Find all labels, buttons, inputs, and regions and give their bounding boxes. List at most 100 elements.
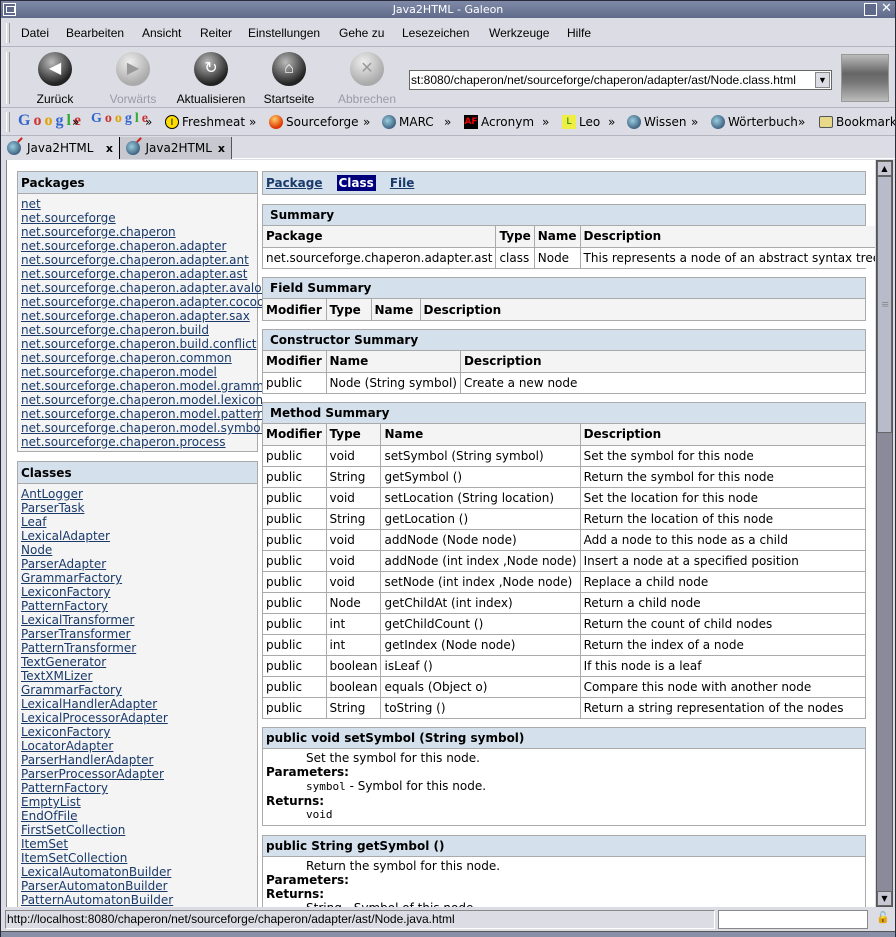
class-link[interactable]: EmptyList (18, 795, 257, 809)
package-link[interactable]: net.sourceforge.chaperon.adapter.ast (18, 267, 257, 281)
class-link[interactable]: ParserAutomatonBuilder (18, 879, 257, 893)
bookmark-wissen[interactable]: Wissen (627, 115, 686, 129)
class-link[interactable]: LexicalProcessorAdapter (18, 711, 257, 725)
bookmarks-grip[interactable] (6, 112, 10, 132)
class-link[interactable]: ItemSetCollection (18, 851, 257, 865)
window-bottom-border (1, 931, 895, 937)
bookmark-freshmeat[interactable]: I Freshmeat (165, 115, 245, 129)
bookmark-sourceforge[interactable]: Sourceforge (269, 115, 359, 129)
url-input[interactable]: st:8080/chaperon/net/sourceforge/chapero… (409, 70, 832, 90)
package-link[interactable]: net.sourceforge.chaperon (18, 225, 257, 239)
class-link[interactable]: LexicalAutomatonBuilder (18, 865, 257, 879)
class-link[interactable]: ParserTask (18, 501, 257, 515)
bookmark-acronym[interactable]: AF Acronym (464, 115, 534, 129)
tab-java2html-1[interactable]: Java2HTML x (1, 137, 119, 159)
back-button[interactable]: ◀ Zurück (15, 52, 95, 106)
package-link[interactable]: net.sourceforge.chaperon.model.symbol (18, 421, 264, 435)
bookmark-bookmarklets[interactable]: Bookmarklets (819, 115, 895, 129)
menu-einstellungen[interactable]: Einstellungen (248, 26, 320, 40)
class-link[interactable]: LexiconFactory (18, 725, 257, 739)
package-link[interactable]: net.sourceforge.chaperon.adapter (18, 239, 257, 253)
class-link[interactable]: PatternTransformer (18, 641, 257, 655)
package-link[interactable]: net.sourceforge.chaperon.model.pattern (18, 407, 265, 421)
url-dropdown-icon[interactable]: ▼ (815, 72, 830, 88)
bookmarks-toolbar: Google » Google » I Freshmeat » Sourcefor… (1, 109, 895, 136)
class-link[interactable]: EndOfFile (18, 809, 257, 823)
package-link[interactable]: net.sourceforge.chaperon.build (18, 323, 257, 337)
tab-java2html-2[interactable]: Java2HTML x (119, 137, 232, 159)
package-link[interactable]: net.sourceforge.chaperon.model.grammar (18, 379, 276, 393)
class-link[interactable]: PatternAutomatonBuilder (18, 893, 257, 907)
scroll-down-icon[interactable]: ▼ (877, 891, 892, 906)
nav-file-link[interactable]: File (390, 176, 415, 190)
maximize-icon[interactable] (864, 3, 877, 16)
stop-button[interactable]: ✕ Abbrechen (327, 52, 407, 106)
cell-type: Node (325, 591, 382, 614)
scroll-up-icon[interactable]: ▲ (877, 161, 892, 176)
class-link[interactable]: PatternFactory (18, 781, 257, 795)
package-link[interactable]: net.sourceforge.chaperon.model.lexicon (18, 393, 263, 407)
class-link[interactable]: TextXMLizer (18, 669, 257, 683)
class-link[interactable]: GrammarFactory (18, 683, 257, 697)
bookmark-leo[interactable]: L Leo (562, 115, 600, 129)
class-link[interactable]: ItemSet (18, 837, 257, 851)
menu-datei[interactable]: Datei (21, 26, 49, 40)
menu-werkzeuge[interactable]: Werkzeuge (489, 26, 549, 40)
scroll-thumb[interactable] (877, 176, 892, 433)
menu-lesezeichen[interactable]: Lesezeichen (402, 26, 469, 40)
bookmark-woerterbuch[interactable]: Wörterbuch (711, 115, 798, 129)
tab-close-icon[interactable]: x (218, 142, 225, 155)
bookmark-marc[interactable]: MARC (382, 115, 434, 129)
home-label: Startseite (263, 92, 315, 106)
class-link[interactable]: LexicalHandlerAdapter (18, 697, 257, 711)
class-link[interactable]: Node (18, 543, 257, 557)
package-link[interactable]: net.sourceforge (18, 211, 257, 225)
package-link[interactable]: net.sourceforge.chaperon.adapter.sax (18, 309, 257, 323)
bookmark-google-groups[interactable]: Google (91, 111, 148, 127)
class-link[interactable]: TextGenerator (18, 655, 257, 669)
cell-modifier: public (263, 444, 327, 467)
package-link[interactable]: net.sourceforge.chaperon.adapter.ant (18, 253, 257, 267)
table-row: public void addNode (int index ,Node node)… (263, 549, 865, 572)
package-link[interactable]: net.sourceforge.chaperon.build.conflict (18, 337, 257, 351)
menu-ansicht[interactable]: Ansicht (142, 26, 181, 40)
class-link[interactable]: AntLogger (18, 487, 257, 501)
menu-bearbeiten[interactable]: Bearbeiten (66, 26, 124, 40)
class-link[interactable]: ParserAdapter (18, 557, 257, 571)
forward-button[interactable]: ▶ Vorwärts (93, 52, 173, 106)
menu-reiter[interactable]: Reiter (200, 26, 232, 40)
menubar-grip[interactable] (6, 23, 10, 43)
class-link[interactable]: Leaf (18, 515, 257, 529)
cell-name: getIndex (Node node) (380, 633, 581, 656)
menu-hilfe[interactable]: Hilfe (567, 26, 591, 40)
class-link[interactable]: LocatorAdapter (18, 739, 257, 753)
nav-package-link[interactable]: Package (266, 176, 323, 190)
home-button[interactable]: ⌂ Startseite (249, 52, 329, 106)
class-link[interactable]: LexicalAdapter (18, 529, 257, 543)
package-link[interactable]: net (18, 197, 257, 211)
menu-gehe-zu[interactable]: Gehe zu (339, 26, 384, 40)
class-link[interactable]: LexicalTransformer (18, 613, 257, 627)
class-link[interactable]: ParserHandlerAdapter (18, 753, 257, 767)
package-link[interactable]: net.sourceforge.chaperon.process (18, 435, 257, 449)
tab-close-icon[interactable]: x (106, 142, 113, 155)
page-icon (126, 141, 140, 155)
class-link[interactable]: ParserProcessorAdapter (18, 767, 257, 781)
class-link[interactable]: ParserTransformer (18, 627, 257, 641)
package-link[interactable]: net.sourceforge.chaperon.model (18, 365, 257, 379)
class-link[interactable]: GrammarFactory (18, 571, 257, 585)
package-link[interactable]: net.sourceforge.chaperon.common (18, 351, 257, 365)
package-link[interactable]: net.sourceforge.chaperon.adapter.cocoon (18, 295, 272, 309)
method-description: Return the symbol for this node. (306, 859, 501, 873)
class-link[interactable]: PatternFactory (18, 599, 257, 613)
vertical-scrollbar[interactable]: ▲ ▼ (876, 160, 893, 907)
package-link[interactable]: net.sourceforge.chaperon.adapter.avalon (18, 281, 269, 295)
cell-package: net.sourceforge.chaperon.adapter.ast (263, 246, 497, 268)
reload-button[interactable]: ↻ Aktualisieren (171, 52, 251, 106)
class-link[interactable]: LexiconFactory (18, 585, 257, 599)
window-menu-icon[interactable] (3, 3, 16, 16)
class-link[interactable]: FirstSetCollection (18, 823, 257, 837)
toolbar-grip[interactable] (6, 52, 10, 104)
close-icon[interactable]: ✕ (880, 2, 893, 16)
security-lock-icon[interactable]: 🔓 (874, 911, 892, 928)
